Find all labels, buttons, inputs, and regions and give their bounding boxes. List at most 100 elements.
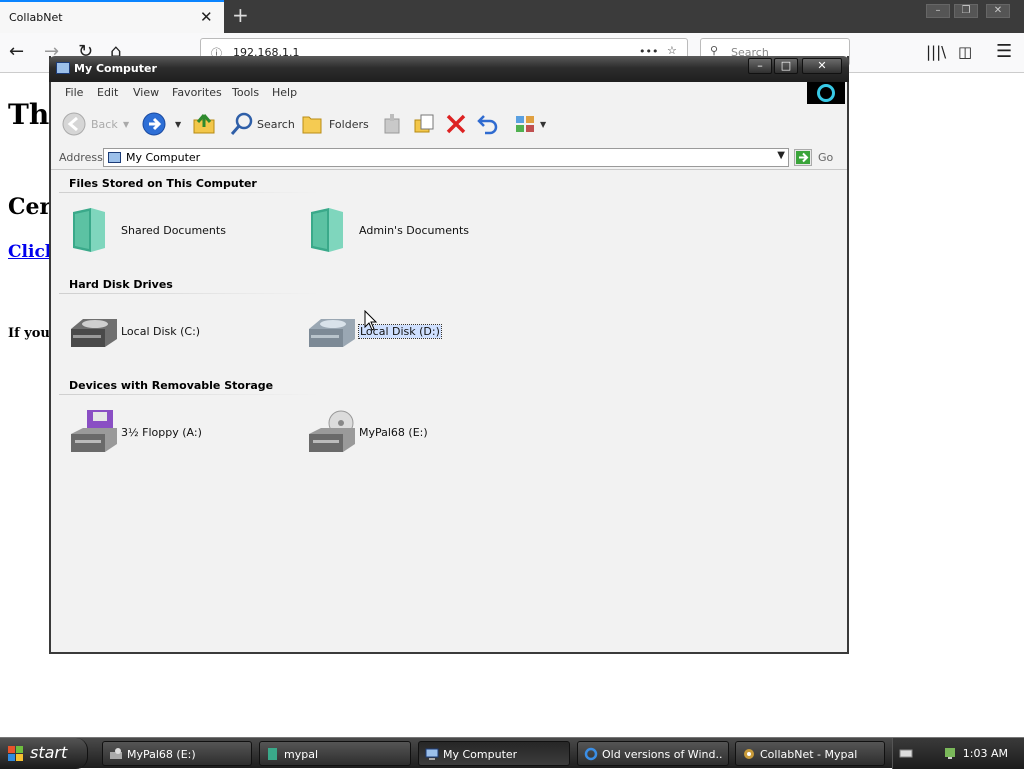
taskbar-button-label: CollabNet - Mypal	[760, 748, 858, 761]
copy-to-icon[interactable]	[411, 111, 437, 137]
group-divider	[59, 192, 321, 193]
sidebar-icon[interactable]: ◫	[958, 43, 972, 61]
item-floppy-a[interactable]: 3½ Floppy (A:)	[69, 408, 299, 458]
search-icon[interactable]	[229, 111, 255, 137]
hard-disk-icon	[309, 319, 355, 347]
views-dropdown-icon[interactable]: ▼	[540, 120, 546, 129]
address-bar: Address My Computer ▼ Go	[51, 146, 847, 170]
item-mypal-e[interactable]: MyPal68 (E:)	[307, 408, 537, 458]
taskbar-button-my-computer[interactable]: My Computer	[418, 741, 570, 766]
taskbar: start MyPal68 (E:) mypal My Computer Old…	[0, 737, 1024, 769]
clock[interactable]: 1:03 AM	[963, 747, 1008, 760]
menu-view[interactable]: View	[133, 86, 159, 99]
close-tab-icon[interactable]: ✕	[200, 8, 213, 26]
taskbar-button-old-versions[interactable]: Old versions of Wind...	[577, 741, 729, 766]
item-label: MyPal68 (E:)	[359, 426, 428, 439]
views-icon[interactable]	[513, 111, 539, 137]
back-dropdown-icon[interactable]: ▼	[123, 120, 129, 129]
move-to-icon[interactable]	[379, 111, 405, 137]
menu-edit[interactable]: Edit	[97, 86, 118, 99]
item-label: Local Disk (C:)	[121, 325, 201, 338]
menu-bar: File Edit View Favorites Tools Help	[51, 82, 847, 104]
start-label: start	[30, 743, 68, 762]
standard-toolbar: Back ▼ ▼ Search Folders ▼	[51, 104, 847, 146]
computer-icon	[425, 748, 439, 760]
up-folder-icon[interactable]	[191, 111, 217, 137]
address-label: Address	[59, 151, 103, 164]
folder-icon	[73, 208, 105, 252]
browser-icon	[744, 749, 754, 759]
network-icon[interactable]	[943, 746, 957, 760]
windows-flag-icon	[8, 746, 23, 761]
undo-icon[interactable]	[475, 111, 501, 137]
taskbar-button-label: mypal	[284, 748, 319, 761]
close-button[interactable]: ✕	[802, 58, 842, 74]
window-title: My Computer	[74, 62, 157, 75]
search-label[interactable]: Search	[257, 118, 295, 131]
item-label: 3½ Floppy (A:)	[121, 426, 202, 439]
folder-icon	[311, 208, 343, 252]
forward-icon[interactable]	[141, 111, 167, 137]
browser-tab-title: CollabNet	[9, 11, 63, 24]
address-value: My Computer	[126, 151, 201, 164]
computer-icon	[108, 152, 121, 163]
folder-icon	[268, 748, 277, 760]
delete-icon[interactable]	[443, 111, 469, 137]
system-tray: 1:03 AM	[892, 738, 1024, 769]
back-arrow-icon[interactable]: ←	[9, 41, 24, 62]
taskbar-button-mypal[interactable]: mypal	[259, 741, 411, 766]
file-pane: Files Stored on This Computer Shared Doc…	[51, 171, 847, 652]
hamburger-menu-icon[interactable]: ☰	[996, 41, 1012, 62]
menu-help[interactable]: Help	[272, 86, 297, 99]
page-subheading-fragment: Cer	[8, 194, 52, 220]
back-label[interactable]: Back	[91, 118, 118, 131]
forward-dropdown-icon[interactable]: ▼	[175, 120, 181, 129]
menu-tools[interactable]: Tools	[232, 86, 259, 99]
folders-label[interactable]: Folders	[329, 118, 369, 131]
my-computer-window: My Computer – □ ✕ File Edit View Favorit…	[49, 56, 849, 654]
keyboard-icon[interactable]	[899, 746, 913, 760]
folders-icon[interactable]	[299, 111, 325, 137]
computer-icon	[56, 62, 70, 74]
chevron-down-icon[interactable]: ▼	[777, 150, 785, 161]
go-arrow-icon[interactable]	[794, 149, 812, 166]
item-shared-documents[interactable]: Shared Documents	[69, 206, 299, 256]
taskbar-button-label: My Computer	[443, 748, 518, 761]
cd-drive-icon	[309, 410, 355, 452]
minimize-browser-button[interactable]: –	[926, 4, 950, 18]
group-divider	[59, 293, 321, 294]
menu-file[interactable]: File	[65, 86, 83, 99]
maximize-browser-button[interactable]: ❐	[954, 4, 978, 18]
item-local-disk-c[interactable]: Local Disk (C:)	[69, 307, 299, 357]
floppy-drive-icon	[71, 410, 117, 452]
hard-disk-icon	[71, 319, 117, 347]
go-label[interactable]: Go	[818, 151, 833, 164]
browser-tab[interactable]: CollabNet ✕	[0, 0, 224, 33]
taskbar-button-collabnet[interactable]: CollabNet - Mypal	[735, 741, 885, 766]
item-label: Shared Documents	[121, 224, 226, 237]
group-header-files: Files Stored on This Computer	[69, 177, 257, 190]
taskbar-button-mypal68-drive[interactable]: MyPal68 (E:)	[102, 741, 252, 766]
address-field[interactable]: My Computer ▼	[103, 148, 789, 167]
maximize-button[interactable]: □	[774, 58, 798, 74]
window-title-bar[interactable]: My Computer – □ ✕	[49, 56, 849, 82]
taskbar-button-label: MyPal68 (E:)	[127, 748, 196, 761]
group-header-removable: Devices with Removable Storage	[69, 379, 274, 392]
minimize-button[interactable]: –	[748, 58, 772, 74]
item-admins-documents[interactable]: Admin's Documents	[307, 206, 537, 256]
menu-favorites[interactable]: Favorites	[172, 86, 222, 99]
taskbar-button-label: Old versions of Wind...	[602, 748, 722, 761]
browser-tab-bar: CollabNet ✕ + – ❐ ✕	[0, 0, 1024, 33]
new-tab-icon[interactable]: +	[232, 3, 249, 27]
close-browser-button[interactable]: ✕	[986, 4, 1010, 18]
back-icon[interactable]	[61, 111, 87, 137]
drive-icon	[110, 748, 122, 759]
library-icon[interactable]: |||\	[926, 43, 946, 61]
item-local-disk-d[interactable]: Local Disk (D:)	[307, 307, 537, 357]
start-button[interactable]: start	[0, 738, 88, 769]
group-header-hard-disks: Hard Disk Drives	[69, 278, 173, 291]
ie-icon	[584, 747, 598, 761]
page-text-fragment: If you	[8, 326, 50, 341]
windows-logo-icon	[807, 82, 845, 104]
group-divider	[59, 394, 321, 395]
